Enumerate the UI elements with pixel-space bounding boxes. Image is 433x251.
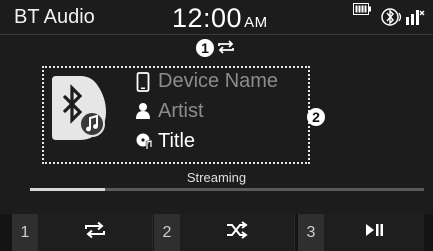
bt-audio-screen: BT Audio 12:00 AM 1 Device Name Artist T… <box>0 0 433 251</box>
repeat-status-icon <box>216 40 236 59</box>
track-title: Title <box>158 130 196 152</box>
play-pause-button[interactable] <box>324 214 424 251</box>
clock-ampm: AM <box>244 14 268 31</box>
shuffle-icon <box>225 221 249 244</box>
callout-badge-1: 1 <box>196 39 214 57</box>
bluetooth-audio-status-icon <box>381 7 403 32</box>
control-index-3: 3 <box>298 214 324 251</box>
control-bar: 1 2 3 <box>0 214 433 251</box>
person-icon <box>136 102 150 125</box>
control-index-1: 1 <box>12 214 38 251</box>
phone-icon <box>136 72 150 97</box>
callout-badge-2: 2 <box>307 108 325 126</box>
artist-name: Artist <box>158 100 204 122</box>
disc-note-icon <box>136 132 153 155</box>
battery-icon <box>353 2 371 20</box>
streaming-label: Streaming <box>186 170 247 185</box>
control-index-2: 2 <box>154 214 180 251</box>
progress-bar[interactable] <box>30 188 424 191</box>
phone-signal-icon <box>405 7 425 32</box>
play-pause-icon <box>364 222 384 243</box>
status-bar: BT Audio 12:00 AM <box>0 0 433 35</box>
clock: 12:00 AM <box>172 3 268 34</box>
progress-fill <box>30 188 105 191</box>
repeat-icon <box>83 221 107 244</box>
app-title: BT Audio <box>14 6 95 28</box>
shuffle-button[interactable] <box>180 214 295 251</box>
bluetooth-music-icon <box>50 76 110 145</box>
clock-time: 12:00 <box>172 3 243 33</box>
device-name: Device Name <box>158 70 279 92</box>
repeat-button[interactable] <box>38 214 153 251</box>
